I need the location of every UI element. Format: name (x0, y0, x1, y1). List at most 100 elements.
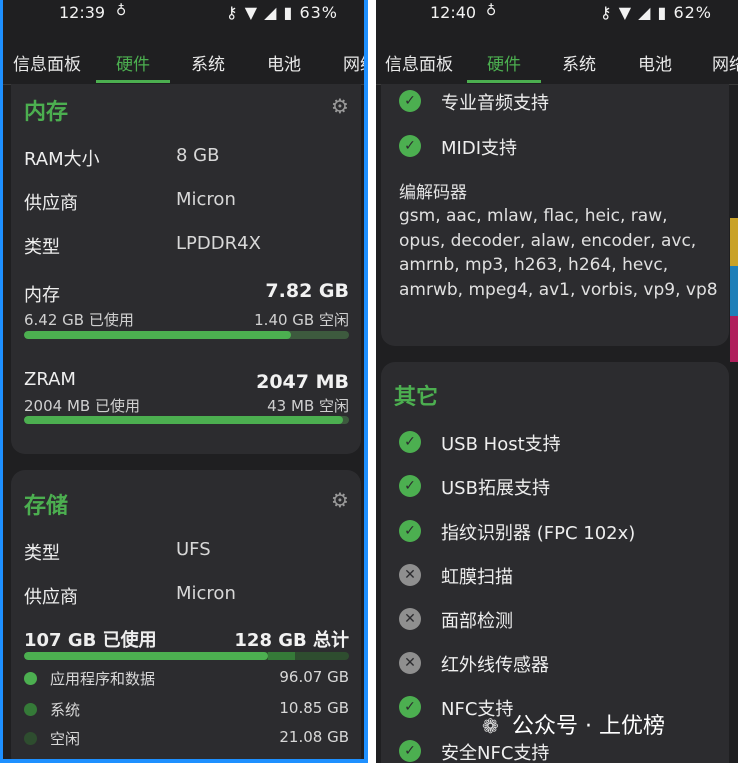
key-icon: ⚷ (599, 3, 613, 22)
storage-vendor-label: 供应商 (24, 587, 78, 608)
wechat-icon: ❁ (482, 714, 499, 738)
legend-label-free: 空闲 (50, 730, 81, 748)
type-value: LPDDR4X (176, 233, 261, 254)
vendor-label: 供应商 (24, 193, 78, 214)
ram-free: 1.40 GB 空闲 (254, 311, 349, 329)
feature-label: MIDI支持 (441, 138, 518, 159)
tab-battery[interactable]: 电池 (638, 50, 672, 75)
check-icon: ✓ (399, 696, 421, 718)
legend-system: 系统 10.85 GB (24, 699, 349, 721)
legend-value-system: 10.85 GB (279, 699, 349, 717)
other-card-title: 其它 (394, 385, 439, 410)
legend-label-apps: 应用程序和数据 (50, 670, 156, 688)
zram-used: 2004 MB 已使用 (24, 397, 140, 415)
vendor-value: Micron (176, 189, 236, 210)
edge-magenta (730, 316, 738, 362)
status-system-icons: ⚷ ▼ ◢ ▮ 63% (226, 3, 338, 22)
storage-system-fill (267, 652, 296, 660)
check-icon: ✓ (399, 135, 421, 157)
ram-size-value: 8 GB (176, 145, 220, 166)
wifi-icon: ▼ (244, 3, 259, 22)
feature-label: 指纹识别器 (FPC 102x) (441, 523, 636, 544)
status-time: 12:40 (430, 3, 477, 22)
feature-label: 专业音频支持 (441, 93, 549, 114)
watermark-text: 公众号 · 上优榜 (512, 714, 665, 739)
edge-blue (730, 266, 738, 316)
status-time: 12:39 (59, 3, 106, 22)
storage-total: 128 GB 总计 (234, 630, 349, 651)
signal-icon: ◢ (264, 3, 278, 22)
legend-free: 空闲 21.08 GB (24, 728, 349, 750)
check-icon: ✓ (399, 431, 421, 453)
memory-card-title: 内存 (24, 100, 69, 125)
active-tab-indicator (467, 80, 541, 83)
ram-total: 7.82 GB (265, 280, 349, 302)
feature-label: 面部检测 (441, 611, 513, 632)
zram-free: 43 MB 空闲 (267, 397, 349, 415)
battery-percent: 62% (673, 3, 712, 22)
status-bar: 12:40 ♁ ⚷ ▼ ◢ ▮ 62% (376, 0, 738, 28)
ram-size-label: RAM大小 (24, 149, 100, 170)
storage-type-label: 类型 (24, 543, 60, 564)
tab-system[interactable]: 系统 (191, 50, 225, 75)
zram-usage-bar (24, 416, 349, 424)
gear-icon[interactable]: ⚙ (331, 94, 349, 118)
legend-apps: 应用程序和数据 96.07 GB (24, 668, 349, 690)
legend-label-system: 系统 (50, 701, 81, 719)
tab-bar: 信息面板 硬件 系统 电池 网络 (376, 36, 738, 86)
tab-network[interactable]: 网络 (343, 50, 364, 75)
storage-usage-bar (24, 652, 349, 660)
left-screenshot: 12:39 ♁ ⚷ ▼ ◢ ▮ 63% 信息面板 硬件 系统 电池 网络 内存 … (0, 0, 368, 763)
type-label: 类型 (24, 237, 60, 258)
legend-value-apps: 96.07 GB (279, 668, 349, 686)
feature-label: USB拓展支持 (441, 478, 550, 499)
tab-battery[interactable]: 电池 (267, 50, 301, 75)
tab-hardware[interactable]: 硬件 (116, 50, 150, 75)
storage-used: 107 GB 已使用 (24, 630, 157, 651)
zram-usage-fill (24, 416, 343, 424)
storage-card: 存储 ⚙ 类型 UFS 供应商 Micron 107 GB 已使用 128 GB… (11, 470, 361, 759)
ram-usage-fill (24, 331, 291, 339)
watermark: ❁ 公众号 · 上优榜 (482, 708, 665, 740)
legend-dot-apps (24, 672, 37, 685)
ram-used: 6.42 GB 已使用 (24, 311, 134, 329)
storage-apps-fill (24, 652, 268, 660)
status-bar: 12:39 ♁ ⚷ ▼ ◢ ▮ 63% (3, 0, 364, 28)
ram-usage-bar (24, 331, 349, 339)
tab-hardware[interactable]: 硬件 (487, 50, 521, 75)
codec-list: gsm, aac, mlaw, flac, heic, raw, opus, d… (399, 206, 718, 300)
zram-title: ZRAM (24, 369, 76, 390)
tab-dashboard[interactable]: 信息面板 (13, 50, 81, 75)
feature-label: USB Host支持 (441, 434, 561, 455)
legend-value-free: 21.08 GB (279, 728, 349, 746)
tab-network[interactable]: 网络 (712, 50, 738, 75)
key-icon: ⚷ (225, 3, 239, 22)
tab-bar: 信息面板 硬件 系统 电池 网络 (3, 36, 364, 86)
ram-title: 内存 (24, 285, 60, 306)
storage-vendor-value: Micron (176, 583, 236, 604)
gear-icon[interactable]: ⚙ (331, 488, 349, 512)
check-icon: ✓ (399, 520, 421, 542)
zram-total: 2047 MB (256, 371, 349, 393)
legend-dot-free (24, 732, 37, 745)
check-icon: ✓ (399, 740, 421, 762)
feature-label: 虹膜扫描 (441, 567, 513, 588)
battery-percent: 63% (299, 3, 338, 22)
audio-card: ✓ 专业音频支持 ✓ MIDI支持 编解码器 gsm, aac, mlaw, f… (381, 84, 729, 346)
right-screenshot: 12:40 ♁ ⚷ ▼ ◢ ▮ 62% 信息面板 硬件 系统 电池 网络 ✓ 专… (376, 0, 738, 763)
status-system-icons: ⚷ ▼ ◢ ▮ 62% (600, 3, 712, 22)
feature-label: 安全NFC支持 (441, 743, 550, 763)
cross-icon: ✕ (399, 652, 421, 674)
check-icon: ✓ (399, 90, 421, 112)
check-icon: ✓ (399, 475, 421, 497)
signal-icon: ◢ (638, 3, 652, 22)
memory-card: 内存 ⚙ RAM大小 8 GB 供应商 Micron 类型 LPDDR4X 内存… (11, 84, 361, 454)
wifi-icon: ▼ (618, 3, 633, 22)
tab-dashboard[interactable]: 信息面板 (385, 50, 453, 75)
other-card: 其它 ✓ USB Host支持 ✓ USB拓展支持 ✓ 指纹识别器 (FPC 1… (381, 362, 729, 763)
storage-type-value: UFS (176, 539, 211, 560)
cat-notification-icon: ♁ (116, 3, 127, 19)
cross-icon: ✕ (399, 608, 421, 630)
battery-icon: ▮ (657, 3, 668, 22)
tab-system[interactable]: 系统 (562, 50, 596, 75)
